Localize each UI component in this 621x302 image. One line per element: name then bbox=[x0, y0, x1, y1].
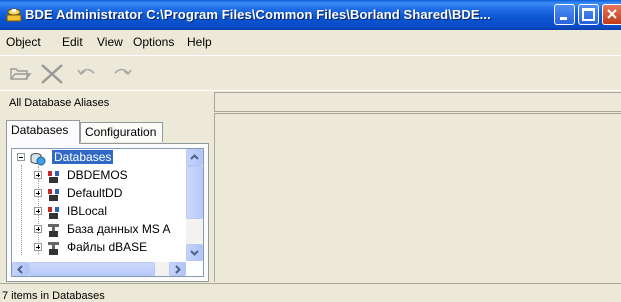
expand-icon[interactable] bbox=[34, 207, 42, 215]
undo-icon bbox=[77, 68, 95, 76]
expand-icon[interactable] bbox=[34, 225, 42, 233]
menu-edit[interactable]: Edit bbox=[62, 35, 83, 49]
alias-icon bbox=[48, 171, 59, 183]
open-folder-icon bbox=[10, 68, 32, 80]
menu-object[interactable]: Object bbox=[6, 35, 41, 49]
definition-header bbox=[214, 92, 621, 112]
expand-icon[interactable] bbox=[34, 243, 42, 251]
menu-help[interactable]: Help bbox=[187, 35, 212, 49]
close-icon bbox=[607, 9, 617, 19]
redo-button[interactable] bbox=[110, 63, 134, 83]
collapse-icon[interactable] bbox=[17, 153, 25, 161]
tree-root-label: Databases bbox=[52, 150, 114, 164]
menu-options[interactable]: Options bbox=[133, 35, 174, 49]
horizontal-scroll-thumb[interactable] bbox=[29, 262, 155, 276]
window-title: BDE Administrator C:\Program Files\Commo… bbox=[25, 7, 491, 22]
chevron-down-icon bbox=[190, 250, 199, 256]
menu-view[interactable]: View bbox=[97, 35, 123, 49]
menu-bar: Object Edit View Options Help bbox=[0, 31, 621, 53]
databases-icon bbox=[30, 153, 46, 166]
status-text: 7 items in Databases bbox=[2, 290, 105, 302]
tree-item-label: Файлы dBASE bbox=[67, 240, 148, 254]
toolbar-separator bbox=[0, 90, 621, 91]
close-button[interactable] bbox=[602, 4, 621, 25]
maximize-icon bbox=[582, 8, 595, 21]
alias-icon bbox=[48, 189, 59, 201]
odbc-alias-icon bbox=[48, 242, 59, 255]
expand-icon[interactable] bbox=[34, 171, 42, 179]
tree-item-label: База данных MS A bbox=[67, 222, 171, 236]
toolbar bbox=[0, 55, 621, 91]
odbc-alias-icon bbox=[48, 224, 59, 237]
bde-admin-icon bbox=[6, 8, 22, 22]
maximize-button[interactable] bbox=[578, 4, 599, 25]
redo-icon bbox=[114, 68, 132, 76]
aliases-label: All Database Aliases bbox=[9, 97, 110, 109]
chevron-left-icon bbox=[17, 265, 23, 274]
open-button[interactable] bbox=[8, 63, 32, 83]
tab-databases[interactable]: Databases bbox=[6, 120, 80, 144]
tree-item-label: DBDEMOS bbox=[67, 168, 128, 182]
delete-x-icon bbox=[41, 64, 63, 84]
minimize-button[interactable] bbox=[554, 4, 575, 25]
minimize-icon bbox=[560, 17, 567, 20]
title-bar: BDE Administrator C:\Program Files\Commo… bbox=[0, 0, 621, 30]
vertical-scroll-thumb[interactable] bbox=[186, 166, 203, 219]
tree-item-label: IBLocal bbox=[67, 204, 108, 218]
tree-item-label: DefaultDD bbox=[67, 186, 123, 200]
undo-button[interactable] bbox=[75, 63, 99, 83]
scroll-up-button[interactable] bbox=[186, 149, 203, 166]
chevron-up-icon bbox=[190, 154, 199, 160]
scroll-left-button[interactable] bbox=[12, 262, 29, 276]
scroll-down-button[interactable] bbox=[186, 244, 203, 261]
alias-icon bbox=[48, 207, 59, 219]
chevron-right-icon bbox=[175, 265, 181, 274]
delete-button[interactable] bbox=[38, 63, 63, 84]
status-bar: 7 items in Databases bbox=[0, 283, 621, 302]
expand-icon[interactable] bbox=[34, 189, 42, 197]
tab-configuration[interactable]: Configuration bbox=[80, 122, 163, 142]
scroll-right-button[interactable] bbox=[169, 262, 186, 276]
tree-line bbox=[21, 165, 23, 255]
definition-pane bbox=[214, 113, 621, 282]
